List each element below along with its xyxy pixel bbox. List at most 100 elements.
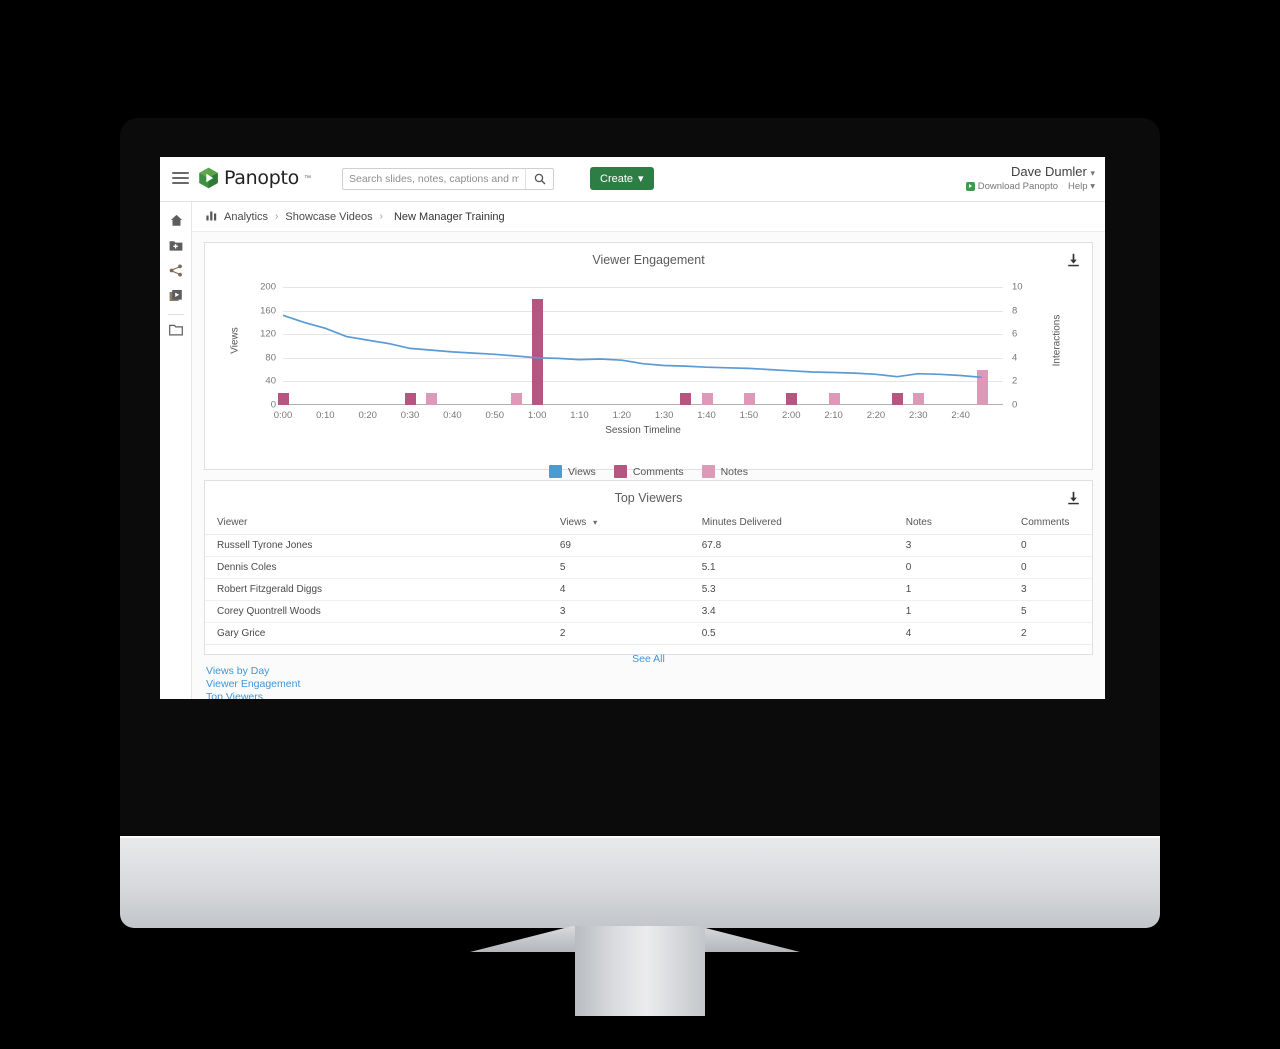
- cell-minutes: 0.5: [701, 622, 906, 645]
- sidebar-item-sessions[interactable]: [160, 285, 192, 310]
- y-axis-left-tick: 120: [260, 328, 276, 340]
- top-viewers-card: Top Viewers Viewer Views ▾ Minutes Deliv…: [204, 480, 1093, 665]
- x-axis-tick: 1:00: [527, 410, 547, 421]
- y-axis-right-tick: 0: [1012, 399, 1018, 411]
- table-row[interactable]: Corey Quontrell Woods 3 3.4 1 5: [205, 600, 1092, 623]
- footer-link-viewer-engagement[interactable]: Viewer Engagement: [206, 678, 1105, 691]
- add-folder-icon: [169, 239, 183, 257]
- x-axis-tick: 2:00: [781, 410, 801, 421]
- main-content: Analytics › Showcase Videos › New Manage…: [192, 202, 1105, 699]
- user-name-label: Dave Dumler: [1010, 164, 1087, 179]
- panopto-logo[interactable]: Panopto ™: [198, 167, 311, 189]
- cell-viewer: Gary Grice: [205, 622, 560, 645]
- cell-minutes: 3.4: [701, 600, 906, 623]
- y-axis-left-tick: 0: [270, 399, 276, 411]
- cell-comments: 0: [1021, 556, 1092, 579]
- x-axis-tick: 2:20: [866, 410, 886, 421]
- cell-comments: 3: [1021, 578, 1092, 601]
- views-line-series: [282, 314, 982, 379]
- column-header-comments[interactable]: Comments: [1021, 511, 1092, 535]
- y-axis-left-tick: 200: [260, 281, 276, 293]
- footer-link-top-viewers[interactable]: Top Viewers: [206, 691, 1105, 699]
- x-axis-tick: 0:30: [400, 410, 420, 421]
- legend-swatch: [701, 465, 715, 478]
- breadcrumb-item-current: New Manager Training: [393, 210, 505, 223]
- breadcrumb-separator: ›: [379, 211, 383, 222]
- table-row[interactable]: Russell Tyrone Jones 69 67.8 3 0: [205, 534, 1092, 557]
- y-axis-left-tick: 80: [265, 352, 276, 364]
- column-header-minutes-delivered[interactable]: Minutes Delivered: [701, 511, 906, 535]
- analytics-bars-icon: [206, 210, 217, 224]
- search-icon[interactable]: [525, 169, 553, 189]
- legend-item-comments[interactable]: Comments: [613, 465, 684, 478]
- help-menu[interactable]: Help ▾: [1068, 181, 1095, 192]
- user-menu[interactable]: Dave Dumler ▾: [966, 164, 1095, 179]
- user-sub-links: Download Panopto Help ▾: [965, 181, 1095, 192]
- y-axis-right-tick: 10: [1012, 281, 1023, 293]
- chart-title: Viewer Engagement: [592, 253, 705, 267]
- search-box[interactable]: [342, 168, 554, 190]
- sidebar-item-my-folder[interactable]: [160, 235, 192, 260]
- chart-plot-area: Views Interactions 0 40 80 120 160 200 0 2 4 6 8 10…: [205, 273, 1092, 437]
- sidebar-item-home[interactable]: [160, 210, 192, 235]
- cell-minutes: 5.3: [701, 578, 906, 601]
- legend-swatch: [548, 465, 562, 478]
- cell-notes: 0: [905, 556, 1022, 579]
- column-label-notes: Notes: [905, 517, 932, 528]
- table-header-row: Viewer Views ▾ Minutes Delivered Notes C…: [205, 511, 1092, 535]
- cell-viewer: Russell Tyrone Jones: [205, 534, 560, 557]
- x-axis-tick: 2:40: [951, 410, 970, 421]
- download-icon[interactable]: [1067, 491, 1080, 510]
- plot: 0 40 80 120 160 200 0 2 4 6 8 10 0:00 0:10 0:20 0:30 0:4…: [260, 282, 1022, 422]
- hamburger-menu-icon[interactable]: [172, 172, 189, 185]
- table-row[interactable]: Dennis Coles 5 5.1 0 0: [205, 556, 1092, 579]
- column-label-minutes: Minutes Delivered: [701, 517, 782, 528]
- column-header-views[interactable]: Views ▾: [559, 511, 702, 535]
- cell-comments: 0: [1021, 534, 1092, 557]
- legend-label: Views: [567, 465, 596, 478]
- table-body: Russell Tyrone Jones 69 67.8 3 0 Dennis Coles…: [205, 534, 1092, 645]
- cell-viewer: Robert Fitzgerald Diggs: [205, 578, 560, 601]
- breadcrumb-item-showcase-videos[interactable]: Showcase Videos: [285, 211, 372, 223]
- see-all-link[interactable]: See All: [205, 645, 1092, 669]
- cell-views: 4: [559, 578, 702, 601]
- x-axis-tick: 1:30: [654, 410, 674, 421]
- chevron-down-icon: ▾: [1090, 181, 1095, 192]
- table-row[interactable]: Robert Fitzgerald Diggs 4 5.3 1 3: [205, 578, 1092, 601]
- column-header-notes[interactable]: Notes: [905, 511, 1022, 535]
- search-input[interactable]: [343, 169, 525, 189]
- help-label: Help: [1068, 181, 1088, 192]
- legend-swatch: [613, 465, 627, 478]
- home-icon: [170, 214, 183, 232]
- column-label-views: Views: [559, 517, 587, 528]
- table-title: Top Viewers: [614, 491, 683, 505]
- cell-notes: 1: [905, 578, 1022, 601]
- x-axis-tick: 0:50: [485, 410, 505, 421]
- sidebar-item-browse[interactable]: [160, 319, 192, 344]
- viewer-engagement-card: Viewer Engagement Views Interactions 0 40…: [204, 242, 1093, 478]
- x-axis-tick: 0:00: [273, 410, 293, 421]
- cell-comments: 5: [1021, 600, 1092, 623]
- sort-descending-icon: ▾: [593, 518, 598, 527]
- y-axis-right-tick: 2: [1012, 375, 1018, 387]
- legend-label: Notes: [720, 465, 749, 478]
- browser-screen: Panopto ™ Create ▾ Dave Dumler ▾: [160, 157, 1105, 699]
- x-axis-tick: 2:30: [909, 410, 928, 421]
- cell-notes: 3: [905, 534, 1022, 557]
- download-icon[interactable]: [1067, 253, 1080, 272]
- x-axis-tick: 0:10: [316, 410, 335, 421]
- legend-item-views[interactable]: Views: [548, 465, 596, 478]
- cell-viewer: Corey Quontrell Woods: [205, 600, 560, 623]
- create-button[interactable]: Create ▾: [590, 167, 654, 190]
- sidebar-item-shared[interactable]: [160, 260, 192, 285]
- top-navigation-bar: Panopto ™ Create ▾ Dave Dumler ▾: [160, 157, 1105, 202]
- y-axis-left-label: Views: [229, 327, 241, 354]
- download-panopto-link[interactable]: Download Panopto: [965, 181, 1058, 192]
- cell-minutes: 5.1: [701, 556, 906, 579]
- breadcrumb-item-analytics[interactable]: Analytics: [224, 211, 268, 223]
- cell-views: 3: [559, 600, 702, 623]
- legend-item-notes[interactable]: Notes: [701, 465, 749, 478]
- table-row[interactable]: Gary Grice 2 0.5 4 2: [205, 622, 1092, 645]
- column-header-viewer[interactable]: Viewer: [205, 511, 560, 535]
- trademark-symbol: ™: [303, 174, 311, 182]
